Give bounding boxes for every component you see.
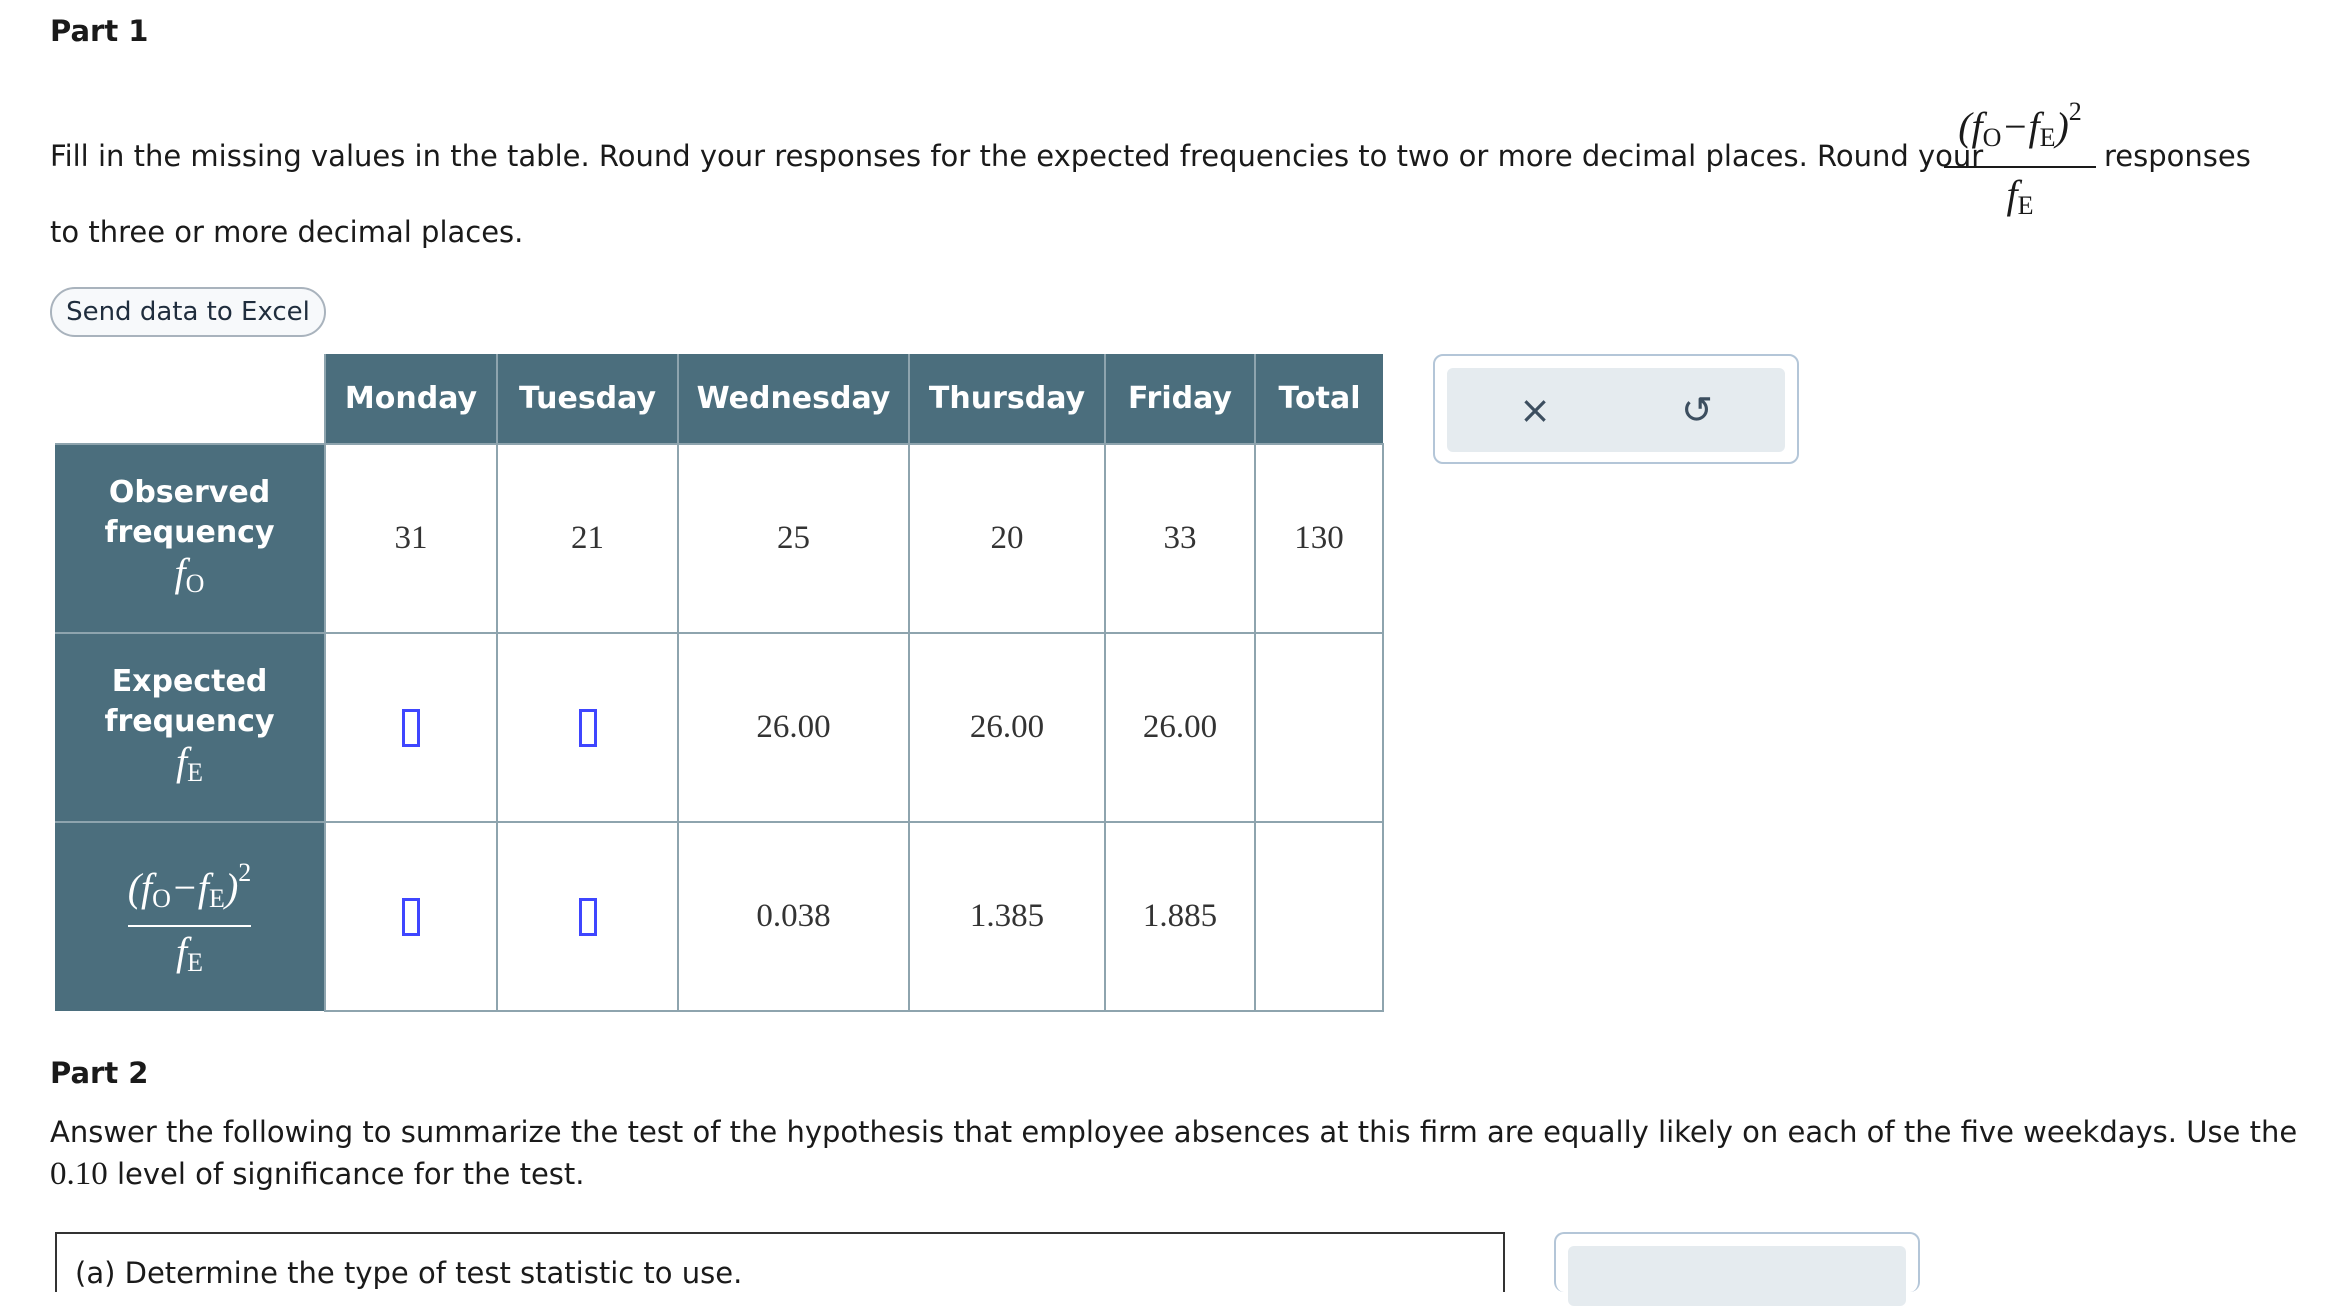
table-cell — [1254, 821, 1384, 1012]
table-row-observed: Observed frequency fO 31 21 25 20 33 130 — [55, 443, 1384, 634]
question-a-box: (a) Determine the type of test statistic… — [55, 1232, 1505, 1292]
column-header: Total — [1254, 354, 1383, 444]
instructions-text-responses: responses — [2104, 139, 2251, 173]
column-header: Monday — [324, 354, 497, 444]
table-cell: 1.385 — [908, 821, 1106, 1012]
table-cell — [496, 632, 679, 823]
send-to-excel-button[interactable]: Send data to Excel — [50, 287, 326, 337]
chi-term-monday-input[interactable] — [402, 898, 420, 937]
row-header-expected: Expected frequency fE — [55, 632, 325, 822]
part1-title: Part 1 — [50, 14, 149, 48]
chi-square-term-formula: (fO−fE)2 fE — [1944, 84, 2096, 233]
expected-monday-input[interactable] — [402, 709, 420, 748]
table-corner — [55, 354, 325, 444]
part2-text-cont: 0.10 level of significance for the test. — [50, 1156, 585, 1192]
part2-text: Answer the following to summarize the te… — [50, 1115, 2298, 1149]
undo-icon[interactable]: ↺ — [1673, 386, 1721, 434]
close-icon[interactable]: × — [1511, 386, 1559, 434]
table-cell: 26.00 — [908, 632, 1106, 823]
table-cell — [324, 632, 498, 823]
table-cell — [496, 821, 679, 1012]
column-header: Thursday — [908, 354, 1105, 444]
answer-tools-panel: × ↺ — [1433, 354, 1799, 464]
row-header-chi-term: (fO−fE)2 fE — [55, 821, 325, 1011]
column-header: Friday — [1104, 354, 1255, 444]
question-a-tools-bar — [1568, 1246, 1906, 1306]
table-cell — [1254, 632, 1384, 823]
table-cell — [324, 821, 498, 1012]
instructions-text: Fill in the missing values in the table.… — [50, 139, 1984, 173]
table-row-chi-term: (fO−fE)2 fE 0.038 1.385 1.885 — [55, 821, 1384, 1012]
fe-symbol: fE — [175, 739, 203, 788]
table-cell: 21 — [496, 443, 679, 634]
column-header: Wednesday — [677, 354, 909, 444]
row-header-observed: Observed frequency fO — [55, 443, 325, 633]
table-cell: 20 — [908, 443, 1106, 634]
answer-tools-bar: × ↺ — [1447, 368, 1785, 452]
table-cell: 31 — [324, 443, 498, 634]
table-cell: 26.00 — [1104, 632, 1256, 823]
instructions-text-cont: to three or more decimal places. — [50, 215, 524, 249]
frequency-table: Monday Tuesday Wednesday Thursday Friday… — [55, 354, 1384, 1012]
table-cell: 1.885 — [1104, 821, 1256, 1012]
expected-tuesday-input[interactable] — [578, 709, 597, 748]
table-cell: 130 — [1254, 443, 1384, 634]
table-cell: 25 — [677, 443, 910, 634]
table-row-expected: Expected frequency fE 26.00 26.00 26.00 — [55, 632, 1384, 823]
table-cell: 0.038 — [677, 821, 910, 1012]
table-cell: 33 — [1104, 443, 1256, 634]
part2-title: Part 2 — [50, 1056, 149, 1090]
column-header: Tuesday — [496, 354, 678, 444]
fo-symbol: fO — [174, 550, 205, 599]
table-cell: 26.00 — [677, 632, 910, 823]
chi-term-tuesday-input[interactable] — [578, 898, 597, 937]
question-a-text: (a) Determine the type of test statistic… — [75, 1256, 743, 1290]
question-a-tools-panel — [1554, 1232, 1920, 1306]
